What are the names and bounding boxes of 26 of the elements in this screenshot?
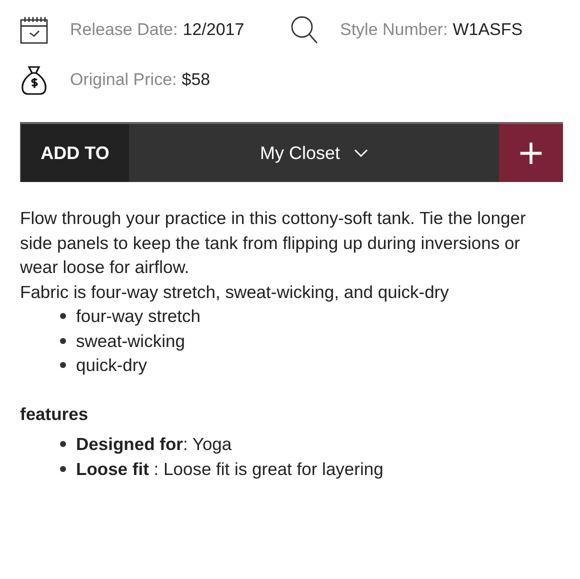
detail-value: 12/2017 bbox=[182, 20, 244, 39]
section-heading: features bbox=[20, 402, 90, 426]
money-bag-icon bbox=[20, 65, 48, 95]
detail-value: W1ASFS bbox=[452, 20, 523, 39]
bullet-icon bbox=[60, 441, 66, 448]
feature-text: Loose fit : Loose fit is great for layering bbox=[76, 458, 384, 481]
add-to-label: ADD TO bbox=[21, 124, 129, 182]
bullet-icon bbox=[60, 313, 66, 320]
bullet-icon bbox=[60, 338, 66, 344]
chevron-down-icon bbox=[354, 149, 368, 157]
list-item-text: sweat-wicking bbox=[76, 330, 185, 353]
detail-value: $58 bbox=[182, 70, 210, 89]
description-text: Flow through your practice in this cottony-soft tank. Tie the longer side panels to keep the tank from flipping up during inversions or wear loose for airflow. bbox=[20, 207, 527, 279]
detail-label: Release Date: bbox=[70, 20, 178, 39]
calendar-icon bbox=[20, 15, 48, 45]
add-button[interactable]: + bbox=[499, 124, 563, 182]
closet-dropdown[interactable]: My Closet bbox=[129, 124, 499, 182]
feature-text: Designed for: Yoga bbox=[76, 433, 232, 456]
list-item-text: four-way stretch bbox=[76, 305, 200, 328]
detail-label: Original Price: bbox=[70, 70, 177, 89]
description-text: Fabric is four-way stretch, sweat-wicking, and quick-dry bbox=[20, 280, 450, 304]
search-icon bbox=[290, 15, 318, 45]
bullet-icon bbox=[60, 466, 66, 472]
list-item-text: quick-dry bbox=[76, 354, 147, 377]
bullet-icon bbox=[60, 362, 66, 368]
detail-label: Style Number: bbox=[340, 20, 448, 39]
